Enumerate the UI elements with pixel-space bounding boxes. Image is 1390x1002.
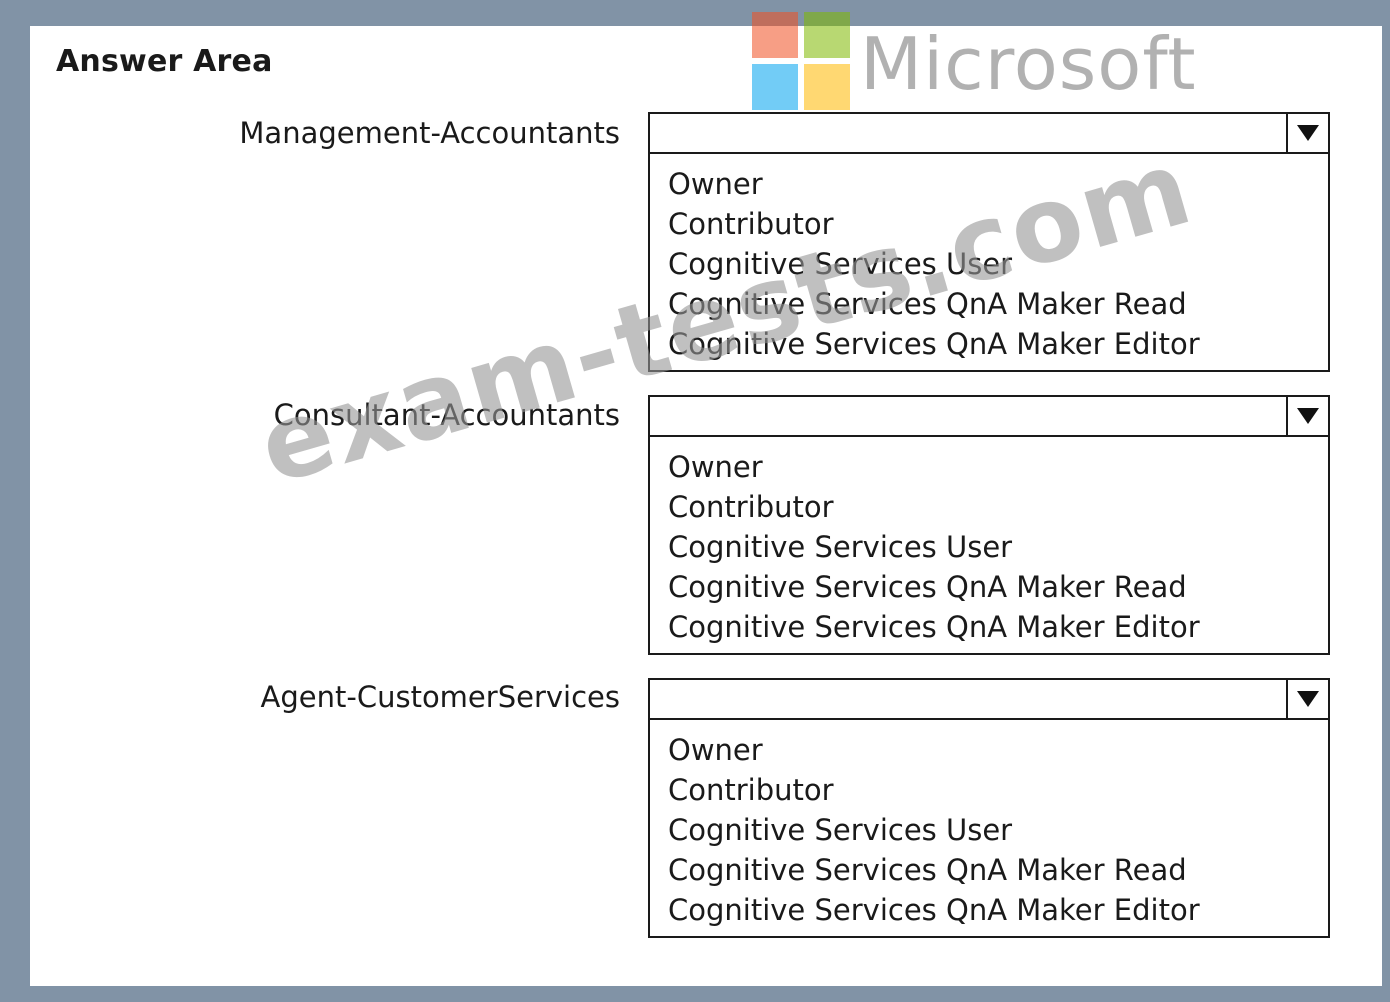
chevron-down-icon[interactable] xyxy=(1286,114,1328,152)
dropdown-options: Owner Contributor Cognitive Services Use… xyxy=(650,154,1328,370)
answer-area-title: Answer Area xyxy=(56,44,273,79)
row-label-consultant-accountants: Consultant-Accountants xyxy=(273,398,620,432)
microsoft-logo: Microsoft xyxy=(752,12,1212,122)
option-contributor[interactable]: Contributor xyxy=(668,204,1328,244)
dropdown-options: Owner Contributor Cognitive Services Use… xyxy=(650,437,1328,653)
option-qna-maker-editor[interactable]: Cognitive Services QnA Maker Editor xyxy=(668,890,1328,930)
option-owner[interactable]: Owner xyxy=(668,447,1328,487)
dropdown-selected-value[interactable] xyxy=(650,680,1328,720)
option-qna-maker-editor[interactable]: Cognitive Services QnA Maker Editor xyxy=(668,324,1328,364)
option-contributor[interactable]: Contributor xyxy=(668,487,1328,527)
row-label-management-accountants: Management-Accountants xyxy=(239,116,620,150)
dropdown-options: Owner Contributor Cognitive Services Use… xyxy=(650,720,1328,936)
answer-area-panel: Answer Area Microsoft Management-Account… xyxy=(30,12,1382,986)
dropdown-selected-value[interactable] xyxy=(650,114,1328,154)
logo-red-square xyxy=(752,12,798,58)
option-qna-maker-read[interactable]: Cognitive Services QnA Maker Read xyxy=(668,284,1328,324)
chevron-down-icon[interactable] xyxy=(1286,680,1328,718)
option-contributor[interactable]: Contributor xyxy=(668,770,1328,810)
option-qna-maker-editor[interactable]: Cognitive Services QnA Maker Editor xyxy=(668,607,1328,647)
logo-blue-square xyxy=(752,64,798,110)
logo-green-square xyxy=(804,12,850,58)
logo-wordmark: Microsoft xyxy=(860,22,1197,106)
option-qna-maker-read[interactable]: Cognitive Services QnA Maker Read xyxy=(668,850,1328,890)
row-label-agent-customerservices: Agent-CustomerServices xyxy=(260,680,620,714)
option-qna-maker-read[interactable]: Cognitive Services QnA Maker Read xyxy=(668,567,1328,607)
option-cognitive-services-user[interactable]: Cognitive Services User xyxy=(668,527,1328,567)
dropdown-selected-value[interactable] xyxy=(650,397,1328,437)
role-dropdown-agent-customerservices[interactable]: Owner Contributor Cognitive Services Use… xyxy=(648,678,1330,938)
option-cognitive-services-user[interactable]: Cognitive Services User xyxy=(668,244,1328,284)
role-dropdown-consultant-accountants[interactable]: Owner Contributor Cognitive Services Use… xyxy=(648,395,1330,655)
option-cognitive-services-user[interactable]: Cognitive Services User xyxy=(668,810,1328,850)
chevron-down-icon[interactable] xyxy=(1286,397,1328,435)
option-owner[interactable]: Owner xyxy=(668,164,1328,204)
logo-yellow-square xyxy=(804,64,850,110)
role-dropdown-management-accountants[interactable]: Owner Contributor Cognitive Services Use… xyxy=(648,112,1330,372)
option-owner[interactable]: Owner xyxy=(668,730,1328,770)
